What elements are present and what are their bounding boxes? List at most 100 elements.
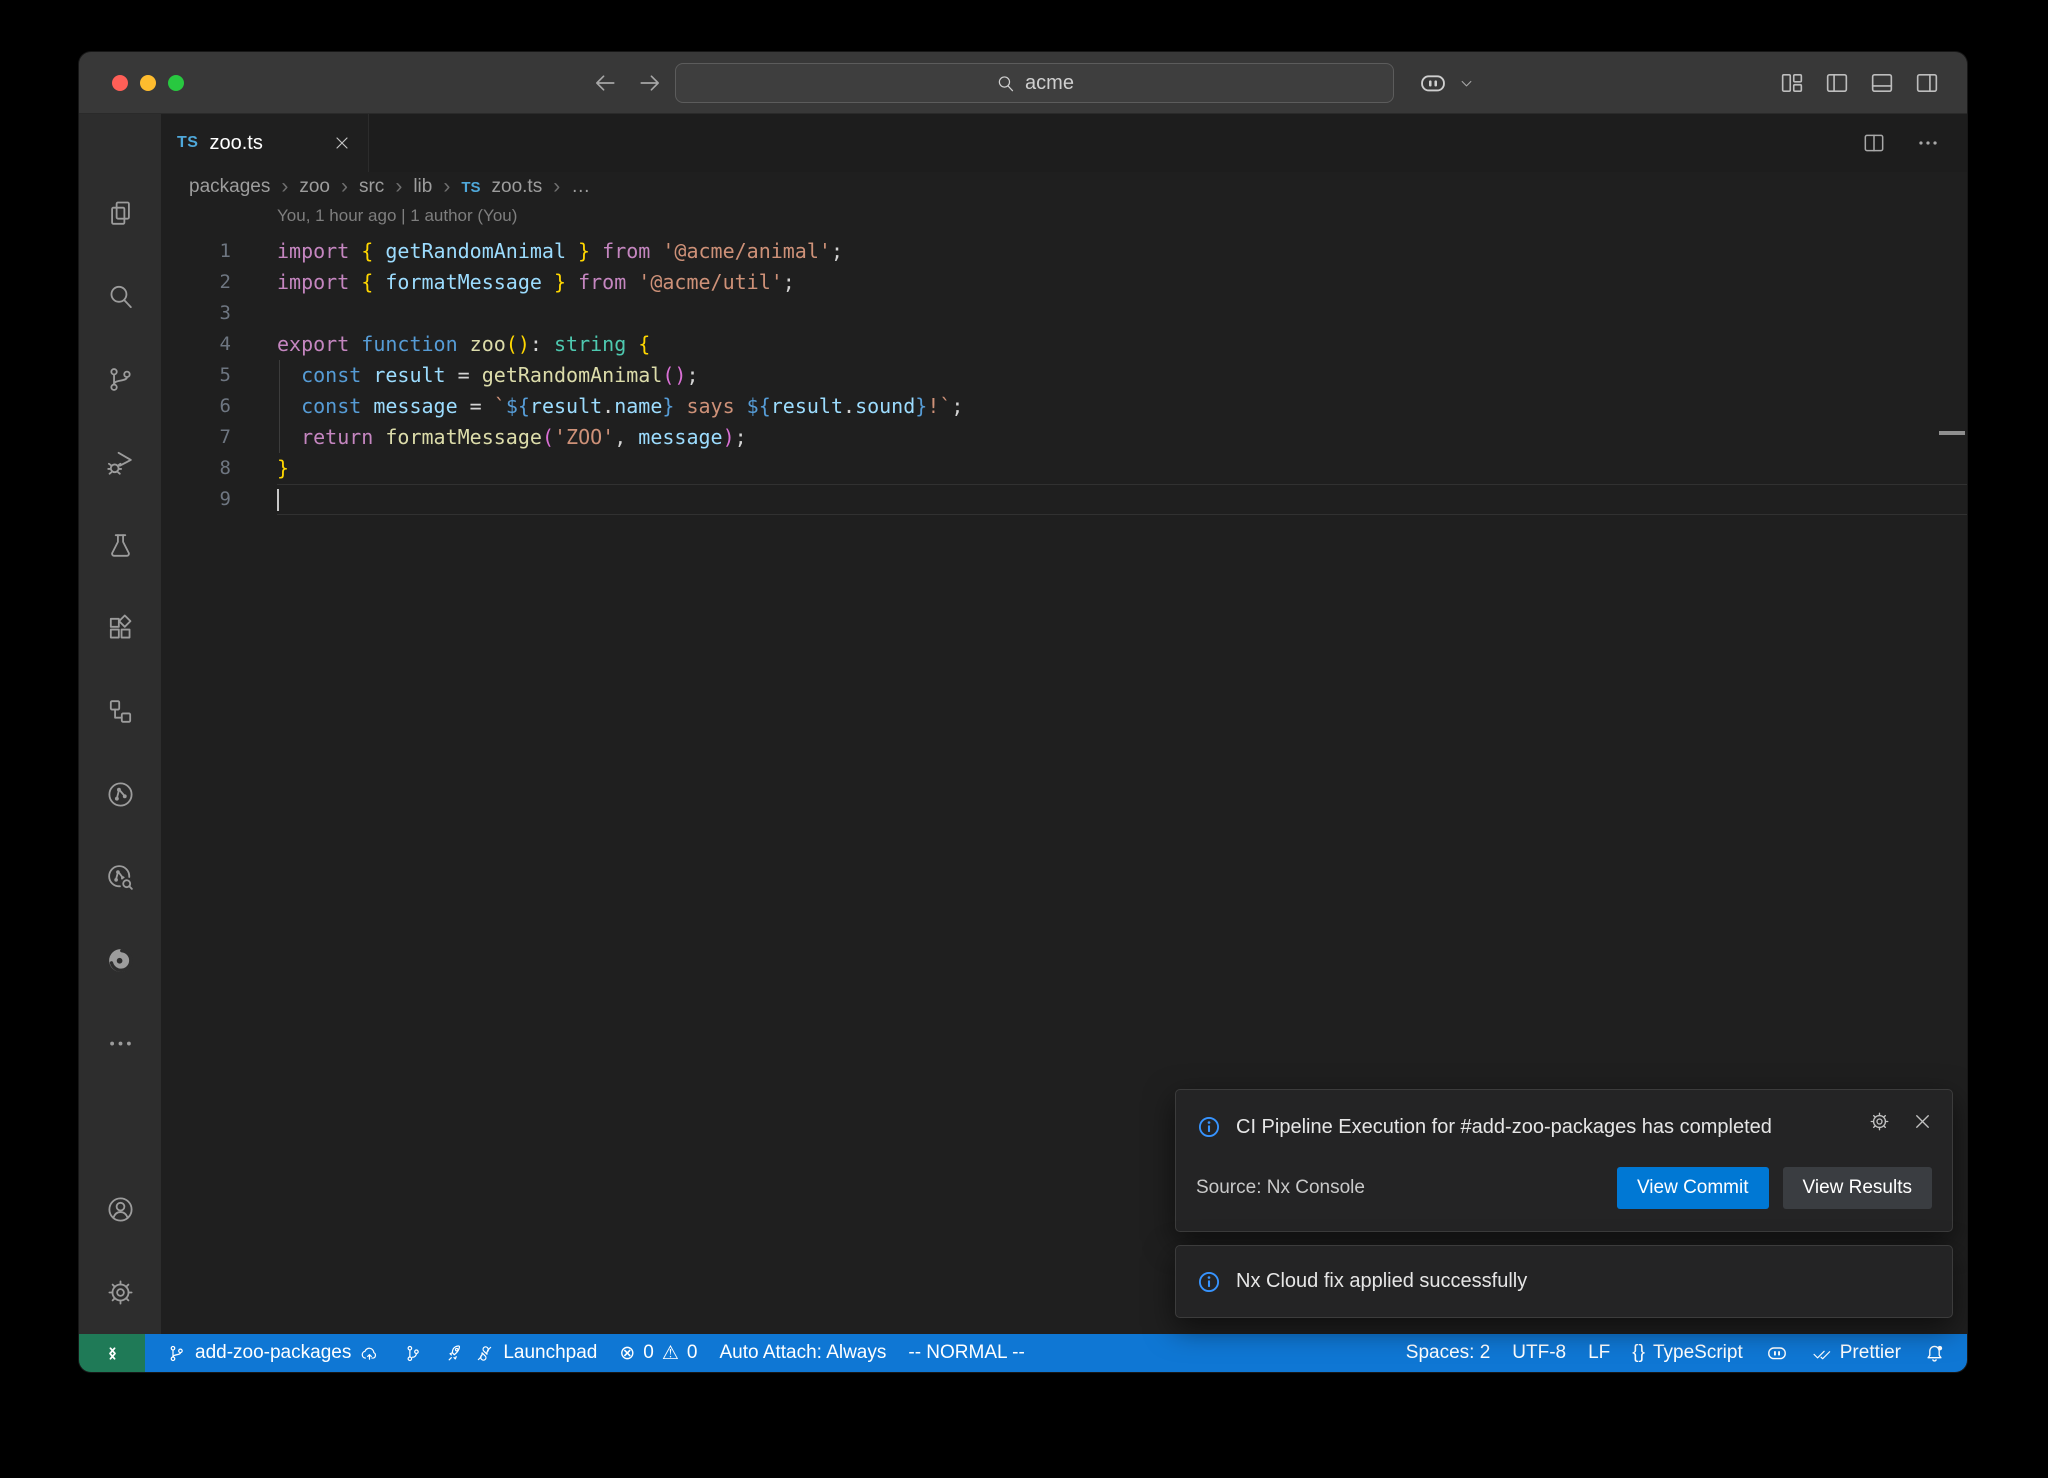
- auto-attach-status[interactable]: Auto Attach: Always: [709, 1334, 898, 1372]
- line-number[interactable]: 3: [161, 298, 231, 329]
- tab-zoo-ts[interactable]: TS zoo.ts: [161, 114, 369, 172]
- code-token: function: [361, 332, 469, 356]
- breadcrumb-item[interactable]: packages: [189, 176, 270, 198]
- rocket-icon: [445, 1343, 466, 1364]
- sidebar-item-edge-devtools[interactable]: [79, 919, 161, 1002]
- code-token: .: [843, 394, 855, 418]
- sidebar-item-run-debug[interactable]: [79, 421, 161, 504]
- more-actions-icon[interactable]: [1915, 130, 1941, 156]
- zoom-window-button[interactable]: [168, 75, 184, 91]
- code-token: name: [614, 394, 662, 418]
- code-token: ,: [614, 425, 638, 449]
- explorer-icon: [105, 198, 136, 229]
- line-number[interactable]: 1: [161, 236, 231, 267]
- navigate-forward-icon[interactable]: [636, 69, 664, 97]
- line-number[interactable]: 8: [161, 453, 231, 484]
- minimize-window-button[interactable]: [140, 75, 156, 91]
- code-token: message: [638, 425, 722, 449]
- close-window-button[interactable]: [112, 75, 128, 91]
- line-number[interactable]: 7: [161, 422, 231, 453]
- sidebar-item-source-control[interactable]: [79, 338, 161, 421]
- plug-icon: [474, 1343, 495, 1364]
- notification-settings-gear-icon[interactable]: [1868, 1110, 1891, 1133]
- eol-status[interactable]: LF: [1577, 1334, 1621, 1372]
- code-token: ;: [686, 363, 698, 387]
- source-control-graph-status[interactable]: [391, 1334, 434, 1372]
- code-token: !`: [927, 394, 951, 418]
- git-branch-status[interactable]: add-zoo-packages: [155, 1334, 391, 1372]
- split-editor-icon[interactable]: [1861, 130, 1887, 156]
- remote-indicator[interactable]: [79, 1334, 145, 1372]
- sidebar-item-project-structure[interactable]: [79, 670, 161, 753]
- vim-mode-status[interactable]: -- NORMAL --: [897, 1334, 1035, 1372]
- view-results-button[interactable]: View Results: [1783, 1167, 1932, 1209]
- line-number[interactable]: 5: [161, 360, 231, 391]
- code-text: return formatMessage('ZOO', message);: [277, 422, 1967, 453]
- accounts-button[interactable]: [79, 1168, 161, 1251]
- code-token: getRandomAnimal: [385, 239, 566, 263]
- toggle-panel-icon[interactable]: [1868, 69, 1896, 97]
- language-status[interactable]: {} TypeScript: [1621, 1334, 1753, 1372]
- copilot-status[interactable]: [1754, 1334, 1800, 1372]
- source-control-icon: [105, 364, 136, 395]
- copilot-icon[interactable]: [1417, 67, 1449, 99]
- sidebar-item-extensions[interactable]: [79, 587, 161, 670]
- sidebar-item-testing[interactable]: [79, 504, 161, 587]
- git-blame-annotation: You, 1 hour ago | 1 author (You): [161, 202, 1967, 230]
- customize-layout-icon[interactable]: [1778, 69, 1806, 97]
- manage-button[interactable]: [79, 1251, 161, 1334]
- code-token: '@acme/animal': [662, 239, 831, 263]
- toggle-secondary-sidebar-icon[interactable]: [1913, 69, 1941, 97]
- line-number[interactable]: 9: [161, 484, 231, 515]
- launchpad-status[interactable]: Launchpad: [434, 1334, 608, 1372]
- nx-cloud-icon: [105, 862, 136, 893]
- code-token: import: [277, 270, 361, 294]
- code-line: 1 import { getRandomAnimal } from '@acme/…: [161, 236, 1967, 267]
- breadcrumb-item[interactable]: zoo: [299, 176, 330, 198]
- typescript-file-icon: TS: [177, 134, 198, 152]
- code-token: import: [277, 239, 361, 263]
- command-center-search[interactable]: acme: [675, 63, 1394, 103]
- code-line: 7 return formatMessage('ZOO', message);: [161, 422, 1967, 453]
- breadcrumb-overflow[interactable]: …: [571, 176, 590, 198]
- sidebar-item-nx-console[interactable]: [79, 753, 161, 836]
- formatter-status[interactable]: Prettier: [1800, 1334, 1912, 1372]
- code-text: import { getRandomAnimal } from '@acme/a…: [277, 236, 1967, 267]
- sidebar-item-search[interactable]: [79, 255, 161, 338]
- sidebar-item-nx-cloud[interactable]: [79, 836, 161, 919]
- encoding-status[interactable]: UTF-8: [1501, 1334, 1577, 1372]
- view-commit-button[interactable]: View Commit: [1617, 1167, 1769, 1209]
- code-line: 6 const message = `${result.name} says $…: [161, 391, 1967, 422]
- code-line: 9: [161, 484, 1967, 515]
- navigate-back-icon[interactable]: [591, 69, 619, 97]
- hierarchy-icon: [105, 696, 136, 727]
- line-number[interactable]: 2: [161, 267, 231, 298]
- close-tab-icon[interactable]: [332, 133, 352, 153]
- title-bar: acme: [79, 52, 1967, 114]
- bell-dot-icon: [1923, 1342, 1946, 1365]
- additional-views-button[interactable]: [79, 1002, 161, 1085]
- code-token: sound: [855, 394, 915, 418]
- breadcrumb-item[interactable]: src: [359, 176, 384, 198]
- line-number[interactable]: 6: [161, 391, 231, 422]
- indentation-status[interactable]: Spaces: 2: [1395, 1334, 1502, 1372]
- breadcrumb-file[interactable]: zoo.ts: [492, 176, 543, 198]
- code-line: 5 const result = getRandomAnimal();: [161, 360, 1967, 391]
- code-token: :: [530, 332, 554, 356]
- problems-status[interactable]: ⊗ 0 ⚠ 0: [608, 1334, 708, 1372]
- notification-close-icon[interactable]: [1911, 1110, 1934, 1133]
- status-bar: add-zoo-packages Launchpad ⊗ 0 ⚠ 0 Auto …: [79, 1334, 1967, 1372]
- breadcrumb-item[interactable]: lib: [413, 176, 432, 198]
- code-token: {: [361, 270, 385, 294]
- code-token: return: [301, 425, 385, 449]
- line-number[interactable]: 4: [161, 329, 231, 360]
- breadcrumb-separator: ›: [443, 175, 450, 199]
- code-token: ): [723, 425, 735, 449]
- account-icon: [105, 1194, 136, 1225]
- sidebar-item-explorer[interactable]: [79, 172, 161, 255]
- notifications-bell[interactable]: [1912, 1334, 1957, 1372]
- notification-message: CI Pipeline Execution for #add-zoo-packa…: [1236, 1112, 1772, 1143]
- chevron-down-icon[interactable]: [1457, 74, 1476, 93]
- code-token: ${: [747, 394, 771, 418]
- toggle-primary-sidebar-icon[interactable]: [1823, 69, 1851, 97]
